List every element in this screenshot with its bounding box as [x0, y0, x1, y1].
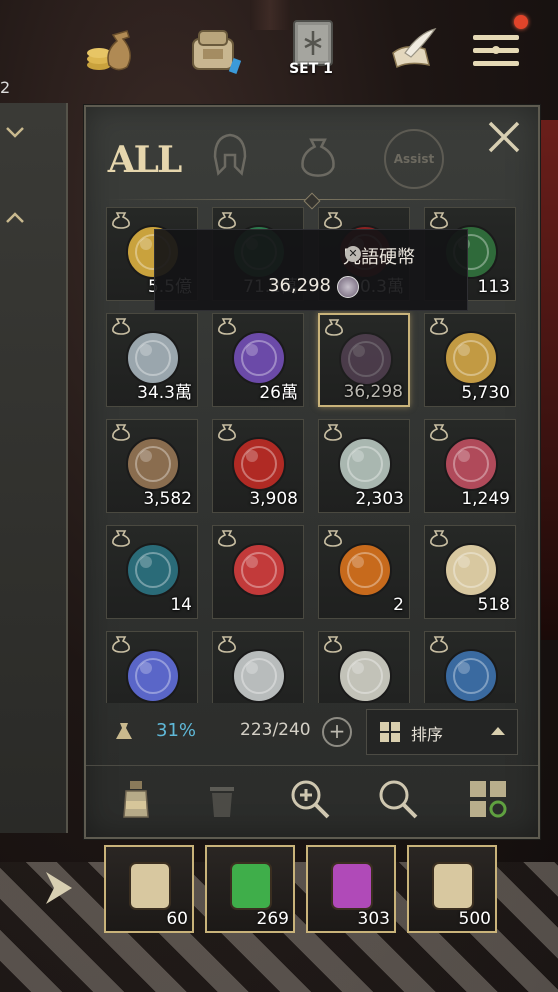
- inventory-slot[interactable]: [106, 631, 198, 703]
- helmet-icon[interactable]: [206, 127, 254, 183]
- inventory-slot[interactable]: [318, 631, 410, 703]
- inventory-slot[interactable]: 34.3萬: [106, 313, 198, 407]
- pouch-icon[interactable]: [294, 129, 342, 183]
- trash-icon[interactable]: [200, 777, 244, 821]
- inventory-slot[interactable]: 5,730: [424, 313, 516, 407]
- inventory-slot[interactable]: 26萬: [212, 313, 304, 407]
- quickbar-quantity: 303: [357, 909, 390, 929]
- quickbar-quantity: 500: [458, 909, 491, 929]
- bind-status-icon: ✕: [345, 246, 361, 262]
- silver-ore-icon: [227, 644, 291, 703]
- cross-scroll-icon: [439, 538, 503, 602]
- divider: [86, 765, 538, 766]
- green-potion-icon: [221, 855, 281, 915]
- chevron-down-icon[interactable]: [4, 121, 26, 143]
- chevron-up-icon[interactable]: [4, 207, 26, 229]
- inventory-slot[interactable]: 1,249: [424, 419, 516, 513]
- item-quantity: 3,582: [143, 489, 192, 509]
- white-crystals-icon: [333, 432, 397, 496]
- inventory-slot[interactable]: [424, 631, 516, 703]
- divider: [106, 192, 518, 210]
- inventory-slot[interactable]: [212, 525, 304, 619]
- spiral-pouch-icon: [121, 432, 185, 496]
- return-scroll-icon: [423, 855, 483, 915]
- sort-label: 排序: [411, 725, 444, 744]
- inventory-panel: ALL Assist 5.5億71.2萬30.3萬11334.3萬26萬36,2…: [84, 105, 540, 839]
- backpack-icon[interactable]: [182, 18, 246, 82]
- blue-card-icon: [439, 644, 503, 703]
- inventory-slot[interactable]: 14: [106, 525, 198, 619]
- left-counter: 2: [0, 78, 11, 97]
- quickbar-slot[interactable]: 60: [104, 845, 194, 933]
- quickbar-slot[interactable]: 303: [306, 845, 396, 933]
- weight-icon: [112, 719, 136, 743]
- infinity-seal-icon: [121, 538, 185, 602]
- chevron-up-icon: [489, 722, 507, 740]
- tab-all[interactable]: ALL: [108, 135, 183, 185]
- tooltip-value: 36,298: [268, 275, 331, 296]
- item-tooltip: 咒語硬幣 ✕ 36,298: [154, 229, 468, 311]
- spell-coin-icon: [337, 276, 359, 298]
- close-icon[interactable]: [484, 117, 524, 157]
- inventory-slot[interactable]: 518: [424, 525, 516, 619]
- inventory-slot[interactable]: [212, 631, 304, 703]
- item-quantity: 36,298: [343, 382, 403, 402]
- lion-gold-coin-icon: [439, 326, 503, 390]
- inventory-slot[interactable]: 2: [318, 525, 410, 619]
- slots-count: 223/240: [240, 720, 311, 740]
- weight-percent: 31%: [156, 720, 197, 741]
- inventory-slot[interactable]: 3,582: [106, 419, 198, 513]
- quickbar-slot[interactable]: 269: [205, 845, 295, 933]
- red-crystal-icon: [227, 538, 291, 602]
- item-quantity: 34.3萬: [137, 383, 192, 403]
- cosmic-crystal-icon: [121, 644, 185, 703]
- potion-bottle-icon[interactable]: [114, 777, 158, 821]
- layout-icon[interactable]: [466, 777, 510, 821]
- arrow-right-icon[interactable]: [42, 868, 76, 908]
- sort-button[interactable]: 排序: [366, 709, 518, 755]
- item-quantity: 3,908: [249, 489, 298, 509]
- item-quantity: 26萬: [259, 383, 298, 403]
- coin-bag-icon[interactable]: [78, 18, 142, 82]
- item-quantity: 2: [393, 595, 404, 615]
- purple-potion-icon: [322, 855, 382, 915]
- inventory-slot[interactable]: 2,303: [318, 419, 410, 513]
- crossed-swords-seal-icon: [227, 432, 291, 496]
- grid-icon: [379, 721, 401, 743]
- item-quantity: 5,730: [461, 383, 510, 403]
- lv-medal-icon: [333, 538, 397, 602]
- quickbar-quantity: 60: [166, 909, 188, 929]
- side-panel: [0, 103, 68, 833]
- item-quantity: 113: [477, 277, 510, 297]
- item-quantity: 14: [170, 595, 192, 615]
- inventory-slot[interactable]: 36,298: [318, 313, 410, 407]
- zoom-in-icon[interactable]: [288, 777, 332, 821]
- cross-coin-icon: [333, 644, 397, 703]
- item-quantity: 2,303: [355, 489, 404, 509]
- quickbar-quantity: 269: [256, 909, 289, 929]
- expand-slots-button[interactable]: +: [322, 717, 352, 747]
- notification-dot: [514, 15, 528, 29]
- home-scroll-icon: [120, 855, 180, 915]
- inventory-slot[interactable]: 3,908: [212, 419, 304, 513]
- tooltip-title: 咒語硬幣: [343, 247, 415, 268]
- item-quantity: 518: [477, 595, 510, 615]
- quill-scroll-icon[interactable]: [380, 18, 444, 82]
- search-icon[interactable]: [376, 777, 420, 821]
- quickbar-slot[interactable]: 500: [407, 845, 497, 933]
- red-crystals-icon: [439, 432, 503, 496]
- tab-assist[interactable]: Assist: [384, 129, 444, 189]
- item-quantity: 1,249: [461, 489, 510, 509]
- set-label: SET 1: [289, 61, 333, 77]
